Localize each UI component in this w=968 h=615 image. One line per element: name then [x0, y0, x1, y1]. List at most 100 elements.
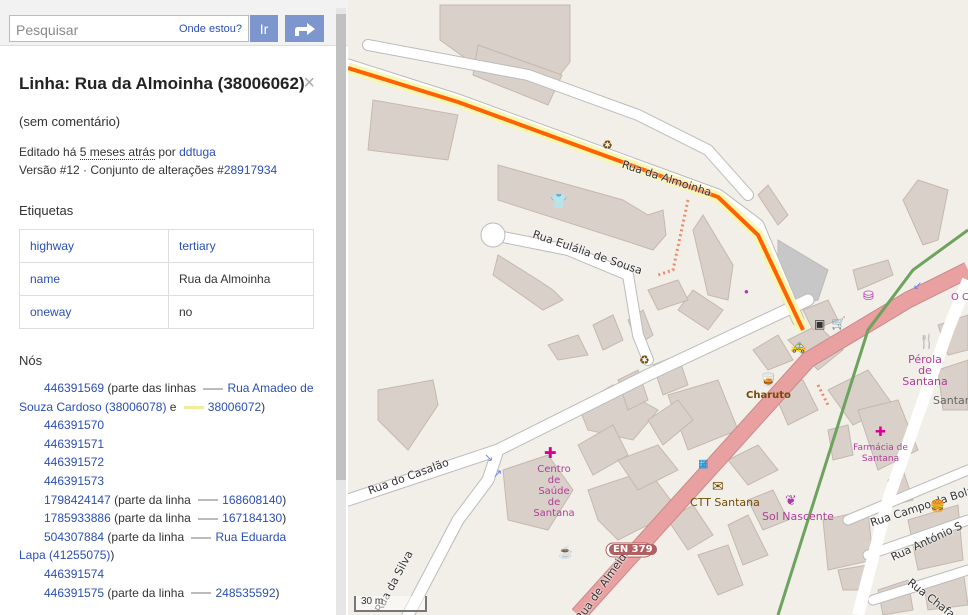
feature-panel: Linha: Rua da Almoinha (38006062) × (sem… [19, 70, 315, 602]
changeset-link[interactable]: 28917934 [224, 163, 277, 177]
node-item: 1798424147 (parte da linha 168608140) [19, 491, 315, 510]
edited-by: por [155, 145, 180, 159]
parent-way-link[interactable]: 167184130 [222, 511, 282, 525]
node-item: 446391575 (parte da linha 248535592) [19, 584, 315, 603]
node-item: 446391571 [19, 435, 315, 454]
oneway-arrow-icon: ↘ [484, 452, 494, 464]
poi-label-health-center: Centro de Saúde de Santana [533, 464, 575, 519]
node-item: 446391570 [19, 416, 315, 435]
way-swatch-icon [203, 387, 224, 390]
poi-label-sol-nascente: Sol Nascente [762, 510, 834, 523]
supermarket-icon: 🛒 [831, 316, 846, 330]
clothes-shop-icon: 👕 [550, 193, 568, 209]
tag-row: highway tertiary [19, 229, 314, 263]
node-item: 446391572 [19, 453, 315, 472]
tag-value-link[interactable]: tertiary [179, 239, 216, 253]
way-swatch-icon [198, 499, 219, 502]
node-item: 446391573 [19, 472, 315, 491]
node-item: 446391574 [19, 565, 315, 584]
node-link[interactable]: 446391571 [44, 437, 104, 451]
node-link[interactable]: 446391570 [44, 418, 104, 432]
close-icon[interactable]: × [303, 72, 315, 95]
atm-icon: ▣ [814, 317, 826, 331]
tag-key-link[interactable]: name [30, 272, 60, 286]
node-suffix: ) [282, 511, 287, 526]
node-item: 1785933886 (parte da linha 167184130) [19, 509, 315, 528]
map-view[interactable]: Rua da Almoinha Rua Eulália de Sousa Rua… [348, 0, 968, 615]
search-bar: Onde estou? Ir [0, 0, 348, 46]
directions-icon [294, 22, 315, 36]
bus-stop-icon: ▦ [698, 458, 709, 470]
tag-key-link[interactable]: oneway [30, 305, 71, 319]
tag-key-link[interactable]: highway [30, 239, 74, 253]
node-part-text: (parte da linha [110, 492, 195, 507]
search-input[interactable] [14, 18, 188, 42]
poi-label-oc: O C [951, 292, 968, 303]
node-link[interactable]: 446391575 [44, 586, 104, 600]
shop-icon: ⛁ [863, 288, 874, 303]
node-link[interactable]: 504307884 [44, 530, 104, 544]
node-part-text: (parte da linha [110, 511, 195, 526]
way-swatch-icon [183, 405, 204, 409]
node-part-text: (parte da linha [104, 529, 188, 544]
node-suffix: ) [282, 492, 287, 507]
bar-icon: 🥃 [760, 372, 777, 387]
way-swatch-icon [191, 536, 212, 539]
sidebar-scrollbar[interactable] [336, 8, 346, 615]
node-suffix: ) [275, 585, 280, 600]
recycling-icon: ♻ [602, 138, 613, 152]
oneway-arrow-icon-2: ↗ [493, 468, 503, 480]
user-link[interactable]: ddtuga [179, 145, 216, 159]
nodes-heading: Nós [19, 353, 43, 368]
edited-prefix: Editado há [19, 145, 80, 159]
poi-label-ctt: CTT Santana [690, 496, 760, 509]
node-part-text: (parte das linhas [104, 381, 200, 395]
node-part-text: (parte da linha [104, 585, 188, 600]
parent-way-link[interactable]: 248535592 [215, 586, 275, 600]
poi-label-farmacia: Farmácia de Santana [853, 443, 908, 464]
node-link[interactable]: 446391572 [44, 455, 104, 469]
route-shield-label: EN 379 [609, 544, 657, 555]
parent-way-link[interactable]: 168608140 [222, 493, 282, 507]
place-label-santana: Santan [933, 394, 968, 407]
cafe-icon: ☕ [558, 545, 573, 559]
node-joiner: e [166, 399, 180, 414]
way-swatch-icon [191, 592, 212, 595]
node-link[interactable]: 446391573 [44, 474, 104, 488]
taxi-icon: 🚕 [790, 338, 807, 353]
fast-food-icon: 🍔 [930, 499, 945, 513]
node-suffix: ) [110, 548, 115, 563]
edited-time: 5 meses atrás [79, 145, 156, 160]
restaurant-icon: 🍴 [918, 333, 936, 349]
where-am-i-link[interactable]: Onde estou? [179, 23, 242, 35]
scrollbar-thumb[interactable] [336, 14, 346, 480]
map-scale: 30 m [354, 596, 427, 612]
turning-circle [480, 222, 506, 248]
feature-comment: (sem comentário) [19, 114, 121, 129]
poi-label-charuto: Charuto [746, 390, 791, 401]
node-link[interactable]: 1785933886 [44, 511, 111, 525]
poi-label-perola: Pérola de Santana [902, 353, 948, 388]
go-button[interactable]: Ir [250, 15, 278, 42]
tag-row: oneway no [19, 295, 314, 329]
node-link[interactable]: 446391569 [44, 381, 104, 395]
florist-icon: ❦ [785, 492, 797, 508]
node-link[interactable]: 1798424147 [44, 493, 111, 507]
footpath-2 [816, 384, 830, 406]
feature-title: Linha: Rua da Almoinha (38006062) [19, 74, 305, 93]
shop-dot-icon: ● [744, 287, 749, 296]
pharmacy-icon: ✚ [875, 424, 886, 439]
tag-value: no [179, 305, 193, 319]
health-center-icon: ✚ [544, 445, 557, 462]
tag-row: name Rua da Almoinha [19, 262, 314, 296]
oneway-arrow-icon-3: ↙ [913, 280, 923, 292]
sidebar: Onde estou? Ir Linha: Rua da Almoinha (3… [0, 0, 348, 615]
node-item: 446391569 (parte das linhas Rua Amadeo d… [19, 379, 315, 416]
version-text: Versão #12 · Conjunto de alterações # [19, 163, 224, 177]
parent-way-link[interactable]: 38006072 [208, 400, 261, 414]
tags-heading: Etiquetas [19, 203, 74, 218]
node-link[interactable]: 446391574 [44, 567, 104, 581]
node-suffix: ) [261, 399, 266, 414]
way-swatch-icon [198, 517, 219, 520]
directions-button[interactable] [285, 15, 324, 42]
